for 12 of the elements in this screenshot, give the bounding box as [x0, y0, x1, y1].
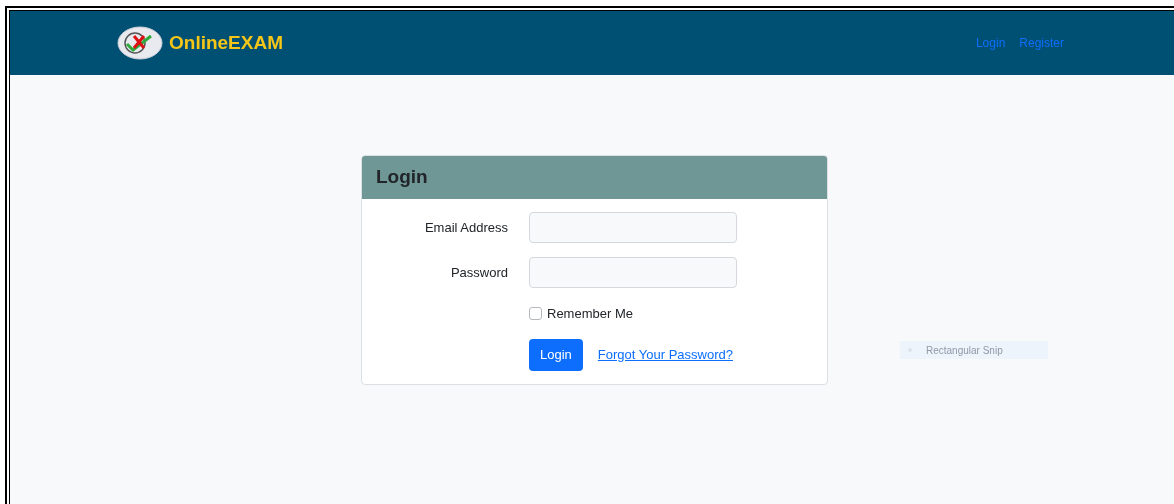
remember-checkbox[interactable] [529, 307, 542, 321]
overlay-label: Rectangular Snip [926, 343, 1003, 358]
input-field[interactable] [529, 212, 737, 243]
brand-name[interactable]: OnlineEXAM [169, 28, 283, 58]
input-field[interactable] [529, 257, 737, 288]
forgot-password-link[interactable]: Forgot Your Password? [597, 344, 733, 365]
field-label: Password [449, 263, 508, 282]
card-title: Login [376, 165, 428, 190]
field-label: Email Address [423, 218, 508, 237]
login-button[interactable]: Login [529, 338, 583, 371]
checkbox-label[interactable]: Remember Me [547, 304, 633, 324]
logo-icon [117, 26, 163, 60]
